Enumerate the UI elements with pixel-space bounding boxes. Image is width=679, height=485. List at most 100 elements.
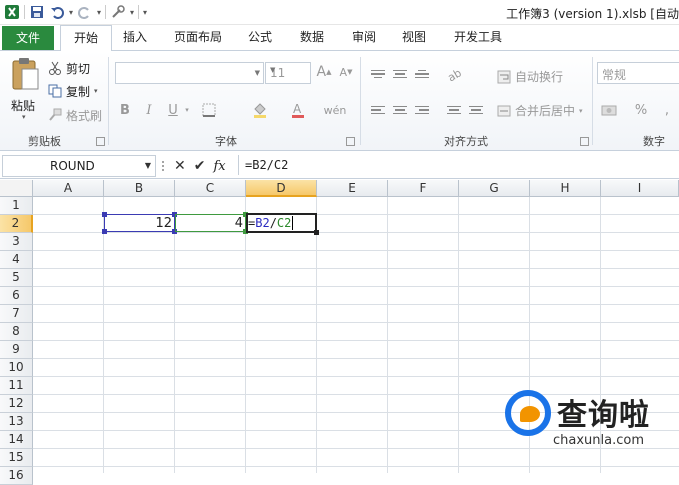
save-icon[interactable]: [29, 4, 45, 20]
chevron-down-icon[interactable]: ▼: [145, 161, 151, 170]
tab-formulas[interactable]: 公式: [240, 25, 280, 50]
title-bar: ▾ ▾ ▾ ▾ 工作簿3 (version 1).xlsb [自动: [0, 0, 679, 25]
paste-label: 粘贴: [11, 99, 36, 113]
tab-file[interactable]: 文件: [2, 26, 54, 50]
align-center-icon[interactable]: [390, 101, 410, 119]
format-painter-button[interactable]: 格式刷: [48, 106, 102, 124]
border-button[interactable]: [198, 100, 220, 120]
comma-button[interactable]: ,: [660, 100, 674, 120]
merge-center-button[interactable]: 合并后居中 ▾: [497, 102, 583, 119]
undo-dropdown-icon[interactable]: ▾: [69, 8, 73, 17]
accounting-format-button[interactable]: [598, 100, 622, 120]
enter-check-icon[interactable]: ✔: [194, 158, 206, 174]
row-header-13[interactable]: 13: [0, 413, 33, 431]
drag-handle-icon[interactable]: [160, 159, 166, 173]
row-header-5[interactable]: 5: [0, 269, 33, 287]
tab-page-layout[interactable]: 页面布局: [166, 25, 230, 50]
align-top-icon[interactable]: [368, 65, 388, 83]
row-header-10[interactable]: 10: [0, 359, 33, 377]
tab-insert[interactable]: 插入: [114, 25, 156, 50]
redo-dropdown-icon[interactable]: ▾: [97, 8, 101, 17]
phonetic-button[interactable]: wén: [323, 100, 347, 120]
number-format-value: 常规: [602, 68, 627, 82]
font-size-select[interactable]: 11 ▼: [265, 62, 311, 84]
column-header-i[interactable]: I: [601, 180, 679, 197]
number-format-select[interactable]: 常规: [597, 62, 679, 84]
formula-ref-b2: B2: [255, 216, 270, 230]
cut-button[interactable]: 剪切: [48, 59, 90, 77]
italic-button[interactable]: I: [141, 100, 157, 120]
cancel-icon[interactable]: ✕: [174, 158, 186, 174]
font-launcher-icon[interactable]: [346, 137, 355, 146]
tools-dropdown-icon[interactable]: ▾: [130, 8, 134, 17]
increase-indent-icon[interactable]: [466, 101, 486, 119]
orientation-icon[interactable]: ab: [444, 65, 464, 83]
align-middle-icon[interactable]: [390, 65, 410, 83]
tab-view[interactable]: 视图: [394, 25, 434, 50]
formula-ref-c2: C2: [276, 216, 292, 230]
merge-icon: [497, 105, 511, 116]
row-header-4[interactable]: 4: [0, 251, 33, 269]
grow-font-label: A: [316, 64, 327, 80]
row-header-16[interactable]: 16: [0, 467, 33, 485]
tools-icon[interactable]: [110, 4, 126, 20]
copy-dropdown-icon[interactable]: ▾: [94, 87, 98, 95]
row-header-11[interactable]: 11: [0, 377, 33, 395]
fill-color-button[interactable]: [249, 100, 271, 120]
row-header-12[interactable]: 12: [0, 395, 33, 413]
column-header-f[interactable]: F: [388, 180, 459, 197]
underline-button[interactable]: U: [165, 100, 181, 120]
row-header-14[interactable]: 14: [0, 431, 33, 449]
wrap-text-button[interactable]: 自动换行: [497, 68, 563, 85]
column-header-b[interactable]: B: [104, 180, 175, 197]
row-header-7[interactable]: 7: [0, 305, 33, 323]
cell-b2[interactable]: 12: [104, 216, 172, 231]
row-header-15[interactable]: 15: [0, 449, 33, 467]
chevron-down-icon: ▼: [254, 69, 260, 77]
tab-developer[interactable]: 开发工具: [446, 25, 510, 50]
row-header-3[interactable]: 3: [0, 233, 33, 251]
align-left-icon[interactable]: [368, 101, 388, 119]
row-header-2[interactable]: 2: [0, 215, 33, 233]
formula-input[interactable]: =B2/C2: [238, 155, 679, 175]
paste-dropdown-icon[interactable]: ▾: [22, 113, 26, 121]
row-header-8[interactable]: 8: [0, 323, 33, 341]
redo-icon[interactable]: [77, 4, 93, 20]
underline-dropdown-icon[interactable]: ▾: [183, 100, 191, 120]
wrap-text-icon: [497, 70, 511, 83]
column-header-d[interactable]: D: [246, 180, 317, 197]
column-header-g[interactable]: G: [459, 180, 530, 197]
row-header-6[interactable]: 6: [0, 287, 33, 305]
align-bottom-icon[interactable]: [412, 65, 432, 83]
grow-font-button[interactable]: A ▲: [315, 62, 333, 82]
column-header-a[interactable]: A: [33, 180, 104, 197]
copy-button[interactable]: 复制 ▾: [48, 82, 98, 100]
insert-function-icon[interactable]: fx: [213, 159, 225, 174]
customize-qat-icon[interactable]: ▾: [143, 8, 147, 17]
clipboard-launcher-icon[interactable]: [96, 137, 105, 146]
fill-handle[interactable]: [314, 230, 319, 235]
alignment-launcher-icon[interactable]: [580, 137, 589, 146]
merge-dropdown-icon[interactable]: ▾: [579, 107, 583, 115]
column-header-c[interactable]: C: [175, 180, 246, 197]
tab-review[interactable]: 审阅: [344, 25, 384, 50]
tab-home[interactable]: 开始: [60, 25, 112, 52]
row-header-1[interactable]: 1: [0, 197, 33, 215]
cell-d2-editing[interactable]: =B2/C2: [248, 216, 294, 230]
align-right-icon[interactable]: [412, 101, 432, 119]
column-header-e[interactable]: E: [317, 180, 388, 197]
tab-data[interactable]: 数据: [292, 25, 332, 50]
row-header-9[interactable]: 9: [0, 341, 33, 359]
font-color-button[interactable]: A: [287, 100, 309, 120]
percent-button[interactable]: %: [634, 100, 648, 120]
shrink-font-button[interactable]: A ▼: [337, 62, 355, 82]
undo-icon[interactable]: [49, 4, 65, 20]
bold-button[interactable]: B: [117, 100, 133, 120]
column-header-h[interactable]: H: [530, 180, 601, 197]
select-all-corner[interactable]: [0, 180, 33, 197]
name-box[interactable]: ROUND ▼: [2, 155, 156, 177]
decrease-indent-icon[interactable]: [444, 101, 464, 119]
font-name-select[interactable]: ▼: [115, 62, 264, 84]
cell-c2[interactable]: 4: [175, 216, 243, 231]
paste-button[interactable]: 粘贴 ▾: [8, 57, 42, 121]
